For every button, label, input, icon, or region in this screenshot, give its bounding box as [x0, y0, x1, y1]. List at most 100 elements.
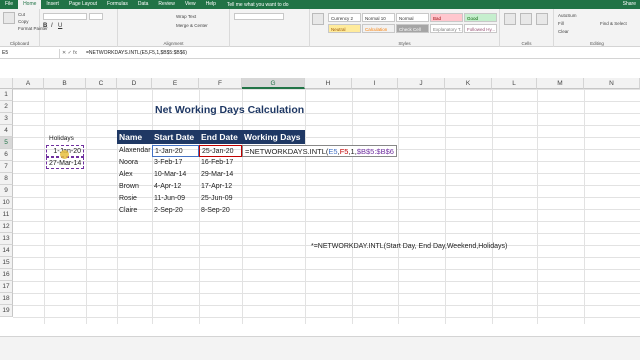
clear-button[interactable]: Clear: [558, 29, 569, 34]
autosum-button[interactable]: AutoSum: [558, 13, 577, 18]
find-select-button[interactable]: Find & Select: [600, 21, 627, 26]
cut-button[interactable]: Cut: [18, 12, 25, 17]
tab-file[interactable]: File: [0, 0, 18, 9]
cell-end[interactable]: 8-Sep-20: [199, 205, 242, 217]
style-explanatory-t[interactable]: Explanatory T...: [430, 24, 463, 33]
row-header-9[interactable]: 9: [0, 185, 13, 197]
italic-icon[interactable]: I: [51, 23, 53, 29]
row-header-14[interactable]: 14: [0, 245, 13, 257]
share-button[interactable]: Share: [623, 0, 636, 9]
style-currency-2[interactable]: Currency 2: [328, 13, 361, 22]
row-header-2[interactable]: 2: [0, 101, 13, 113]
tab-review[interactable]: Review: [153, 0, 179, 9]
cell-start[interactable]: 11-Jun-09: [152, 193, 199, 205]
row-header-12[interactable]: 12: [0, 221, 13, 233]
header-name[interactable]: Name: [117, 130, 152, 144]
tab-view[interactable]: View: [180, 0, 201, 9]
tab-insert[interactable]: Insert: [41, 0, 64, 9]
cell-start[interactable]: 2-Sep-20: [152, 205, 199, 217]
cell-end[interactable]: 16-Feb-17: [199, 157, 242, 169]
style-followed-hy[interactable]: Followed Hy...: [464, 24, 497, 33]
cell-name[interactable]: Noora: [117, 157, 152, 169]
font-size-dropdown[interactable]: [89, 13, 103, 20]
cell-name[interactable]: Alex: [117, 169, 152, 181]
style-neutral[interactable]: Neutral: [328, 24, 361, 33]
insert-cells-icon[interactable]: [504, 13, 516, 25]
cell-start[interactable]: 10-Mar-14: [152, 169, 199, 181]
row-header-13[interactable]: 13: [0, 233, 13, 245]
column-header-n[interactable]: N: [584, 78, 640, 89]
column-header-k[interactable]: K: [445, 78, 492, 89]
column-header-f[interactable]: F: [199, 78, 242, 89]
column-header-g[interactable]: G: [242, 78, 305, 89]
row-header-1[interactable]: 1: [0, 89, 13, 101]
tell-me-box[interactable]: Tell me what you want to do: [227, 2, 289, 8]
style-normal[interactable]: Normal: [396, 13, 429, 22]
underline-icon[interactable]: U: [58, 23, 62, 29]
style-bad[interactable]: Bad: [430, 13, 463, 22]
column-header-h[interactable]: H: [305, 78, 352, 89]
fx-icon[interactable]: ✕ ✓ fx: [62, 49, 77, 58]
wrap-text-button[interactable]: Wrap Text: [176, 14, 196, 19]
delete-cells-icon[interactable]: [520, 13, 532, 25]
cell-end[interactable]: 25-Jun-09: [199, 193, 242, 205]
editing-formula-cell[interactable]: =NETWORKDAYS.INTL(E5,F5,1,$B$5:$B$6: [242, 145, 397, 157]
cell-end[interactable]: 25-Jan-20: [199, 145, 242, 157]
style-normal-10[interactable]: Normal 10: [362, 13, 395, 22]
tab-help[interactable]: Help: [201, 0, 221, 9]
column-header-a[interactable]: A: [13, 78, 44, 89]
cell-name[interactable]: Claire: [117, 205, 152, 217]
header-start-date[interactable]: Start Date: [152, 130, 199, 144]
cell-start[interactable]: 3-Feb-17: [152, 157, 199, 169]
column-header-i[interactable]: I: [352, 78, 398, 89]
row-header-7[interactable]: 7: [0, 161, 13, 173]
copy-button[interactable]: Copy: [18, 19, 29, 24]
row-header-5[interactable]: 5: [0, 137, 13, 149]
column-header-l[interactable]: L: [492, 78, 537, 89]
cell-start[interactable]: 1-Jan-20: [152, 145, 199, 157]
style-calculation[interactable]: Calculation: [362, 24, 395, 33]
cell-end[interactable]: 17-Apr-12: [199, 181, 242, 193]
merge-center-button[interactable]: Merge & Center: [176, 23, 208, 28]
cell-grid[interactable]: [13, 89, 640, 324]
row-header-8[interactable]: 8: [0, 173, 13, 185]
select-all-corner[interactable]: [0, 78, 13, 89]
tab-data[interactable]: Data: [133, 0, 154, 9]
tab-formulas[interactable]: Formulas: [102, 0, 133, 9]
conditional-formatting-icon[interactable]: [312, 13, 324, 25]
formula-input[interactable]: =NETWORKDAYS.INTL(E5,F5,1,$B$5:$B$6): [86, 49, 187, 58]
tab-page-layout[interactable]: Page Layout: [64, 0, 102, 9]
column-header-j[interactable]: J: [398, 78, 445, 89]
number-format-dropdown[interactable]: [234, 13, 284, 20]
tab-home[interactable]: Home: [18, 0, 42, 9]
column-header-m[interactable]: M: [537, 78, 584, 89]
row-header-11[interactable]: 11: [0, 209, 13, 221]
paste-icon[interactable]: [3, 12, 15, 24]
row-header-16[interactable]: 16: [0, 269, 13, 281]
fill-button[interactable]: Fill: [558, 21, 564, 26]
row-header-18[interactable]: 18: [0, 293, 13, 305]
style-good[interactable]: Good: [464, 13, 497, 22]
row-header-6[interactable]: 6: [0, 149, 13, 161]
cell-start[interactable]: 4-Apr-12: [152, 181, 199, 193]
header-working-days[interactable]: Working Days: [242, 130, 305, 144]
cell-end[interactable]: 29-Mar-14: [199, 169, 242, 181]
cell-name[interactable]: Alaxendar: [117, 145, 152, 157]
row-header-19[interactable]: 19: [0, 305, 13, 317]
bold-icon[interactable]: B: [43, 23, 47, 29]
column-header-d[interactable]: D: [117, 78, 152, 89]
row-header-10[interactable]: 10: [0, 197, 13, 209]
header-end-date[interactable]: End Date: [199, 130, 242, 144]
row-header-17[interactable]: 17: [0, 281, 13, 293]
format-cells-icon[interactable]: [536, 13, 548, 25]
column-header-c[interactable]: C: [86, 78, 117, 89]
name-box[interactable]: E5: [0, 49, 60, 58]
cell-name[interactable]: Rosie: [117, 193, 152, 205]
row-header-15[interactable]: 15: [0, 257, 13, 269]
column-header-e[interactable]: E: [152, 78, 199, 89]
row-header-4[interactable]: 4: [0, 125, 13, 137]
style-check-cell[interactable]: Check Cell: [396, 24, 429, 33]
column-header-b[interactable]: B: [44, 78, 86, 89]
cell-name[interactable]: Brown: [117, 181, 152, 193]
row-header-3[interactable]: 3: [0, 113, 13, 125]
